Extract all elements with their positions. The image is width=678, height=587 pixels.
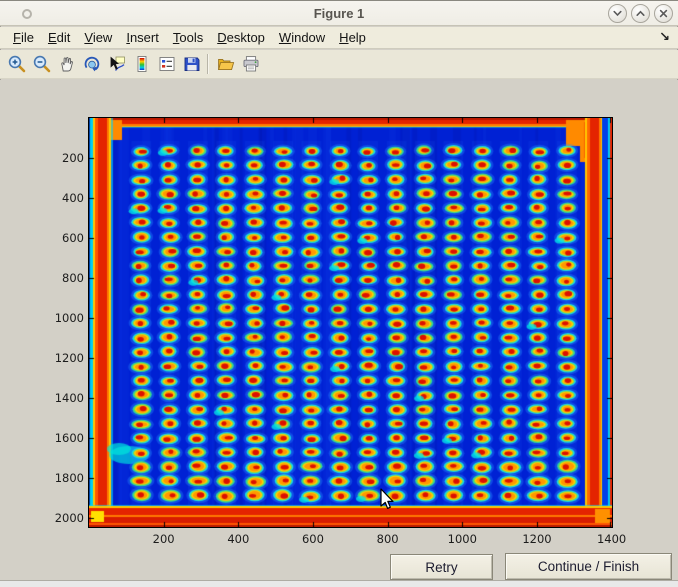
print-figure-button[interactable] [238, 52, 263, 76]
y-tick-label: 2000 [38, 511, 84, 525]
x-tick-label: 600 [285, 532, 341, 546]
zoom-in-icon [7, 54, 27, 74]
minimize-button[interactable] [608, 4, 627, 23]
y-tick-label: 400 [38, 191, 84, 205]
x-tick-label: 400 [210, 532, 266, 546]
x-tick-label: 1000 [434, 532, 490, 546]
x-tick-label: 1200 [509, 532, 565, 546]
y-tick-label: 1800 [38, 471, 84, 485]
legend-icon [157, 54, 177, 74]
plot-axes [88, 117, 613, 528]
open-folder-icon [216, 54, 236, 74]
chevron-up-icon [634, 7, 647, 20]
dock-figure-icon[interactable]: ↘ [659, 30, 670, 45]
window-title: Figure 1 [0, 6, 678, 21]
y-tick-label: 1200 [38, 351, 84, 365]
close-icon [657, 7, 670, 20]
menu-bar: File Edit View Insert Tools Desktop Wind… [0, 27, 678, 49]
data-cursor-button[interactable] [104, 52, 129, 76]
insert-colorbar-button[interactable] [129, 52, 154, 76]
zoom-out-button[interactable] [29, 52, 54, 76]
save-figure-button[interactable] [179, 52, 204, 76]
menu-file[interactable]: File [13, 30, 34, 45]
data-cursor-icon [107, 54, 127, 74]
save-icon [182, 54, 202, 74]
title-bar: Figure 1 [0, 0, 678, 26]
menu-edit[interactable]: Edit [48, 30, 70, 45]
maximize-button[interactable] [631, 4, 650, 23]
menu-help[interactable]: Help [339, 30, 366, 45]
x-tick-label: 800 [360, 532, 416, 546]
rotate-3d-icon [82, 54, 102, 74]
y-tick-label: 600 [38, 231, 84, 245]
menu-window[interactable]: Window [279, 30, 325, 45]
menu-insert[interactable]: Insert [126, 30, 159, 45]
y-tick-label: 1000 [38, 311, 84, 325]
heatmap-canvas [89, 118, 612, 527]
menu-view[interactable]: View [84, 30, 112, 45]
y-tick-label: 1600 [38, 431, 84, 445]
rotate-3d-button[interactable] [79, 52, 104, 76]
menu-tools[interactable]: Tools [173, 30, 203, 45]
close-button[interactable] [654, 4, 673, 23]
colorbar-icon [132, 54, 152, 74]
toolbar-separator [207, 54, 208, 74]
retry-button[interactable]: Retry [390, 554, 493, 580]
zoom-in-button[interactable] [4, 52, 29, 76]
open-file-button[interactable] [213, 52, 238, 76]
chevron-down-icon [611, 7, 624, 20]
insert-legend-button[interactable] [154, 52, 179, 76]
x-tick-label: 200 [136, 532, 192, 546]
window-bottom-edge [0, 580, 678, 587]
pan-button[interactable] [54, 52, 79, 76]
printer-icon [241, 54, 261, 74]
hand-pan-icon [57, 54, 77, 74]
y-tick-label: 200 [38, 151, 84, 165]
y-tick-label: 1400 [38, 391, 84, 405]
window-controls [608, 4, 673, 23]
figure-window: Figure 1 File Edit View Insert Tools Des… [0, 0, 678, 587]
menu-desktop[interactable]: Desktop [217, 30, 265, 45]
continue-finish-button[interactable]: Continue / Finish [505, 553, 672, 580]
x-tick-label: 1400 [584, 532, 640, 546]
y-tick-label: 800 [38, 271, 84, 285]
zoom-out-icon [32, 54, 52, 74]
figure-toolbar [0, 50, 678, 79]
